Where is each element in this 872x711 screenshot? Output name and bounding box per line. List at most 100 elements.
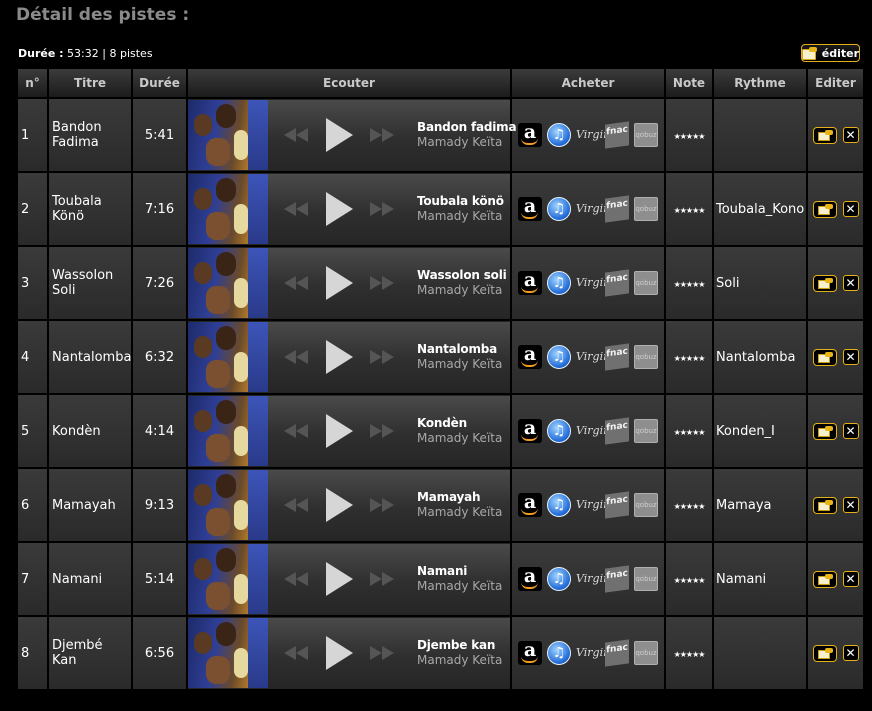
delete-track-button[interactable]: ✕ (842, 349, 859, 365)
virgin-icon[interactable]: Virgin (576, 197, 610, 221)
itunes-icon[interactable]: ♫ (547, 197, 571, 221)
virgin-icon[interactable]: Virgin (576, 567, 610, 591)
rewind-icon[interactable] (284, 128, 310, 142)
play-icon[interactable] (326, 192, 353, 226)
amazon-icon[interactable]: a (518, 197, 542, 221)
fnac-icon[interactable]: fnac (605, 195, 629, 223)
qobuz-icon[interactable]: qobuz (634, 123, 658, 147)
rewind-icon[interactable] (284, 424, 310, 438)
amazon-icon[interactable]: a (518, 419, 542, 443)
itunes-icon[interactable]: ♫ (547, 567, 571, 591)
fast-forward-icon[interactable] (370, 350, 396, 364)
fast-forward-icon[interactable] (370, 276, 396, 290)
rating-stars[interactable]: ★★★★★ (674, 576, 706, 585)
edit-track-button[interactable] (812, 348, 837, 366)
rhythm-link[interactable]: Mamaya (714, 469, 806, 541)
fast-forward-icon[interactable] (370, 646, 396, 660)
fnac-icon[interactable]: fnac (605, 343, 629, 371)
amazon-icon[interactable]: a (518, 567, 542, 591)
rewind-icon[interactable] (284, 498, 310, 512)
player-artist: Mamady Keïta (417, 283, 503, 297)
rhythm-link[interactable]: Toubala_Kono (714, 173, 806, 245)
qobuz-icon[interactable]: qobuz (634, 419, 658, 443)
rewind-icon[interactable] (284, 350, 310, 364)
delete-track-button[interactable]: ✕ (842, 275, 859, 291)
play-icon[interactable] (326, 562, 353, 596)
rating-stars[interactable]: ★★★★★ (674, 650, 706, 659)
itunes-icon[interactable]: ♫ (547, 493, 571, 517)
rating-stars[interactable]: ★★★★★ (674, 280, 706, 289)
qobuz-icon[interactable]: qobuz (634, 567, 658, 591)
rating-stars[interactable]: ★★★★★ (674, 428, 706, 437)
edit-track-button[interactable] (812, 200, 837, 218)
itunes-icon[interactable]: ♫ (547, 345, 571, 369)
virgin-icon[interactable]: Virgin (576, 345, 610, 369)
qobuz-icon[interactable]: qobuz (634, 271, 658, 295)
play-icon[interactable] (326, 340, 353, 374)
fnac-icon[interactable]: fnac (605, 565, 629, 593)
delete-track-button[interactable]: ✕ (842, 497, 859, 513)
delete-track-button[interactable]: ✕ (842, 571, 859, 587)
itunes-icon[interactable]: ♫ (547, 271, 571, 295)
fnac-icon[interactable]: fnac (605, 121, 629, 149)
qobuz-icon[interactable]: qobuz (634, 197, 658, 221)
qobuz-icon[interactable]: qobuz (634, 345, 658, 369)
rating-stars[interactable]: ★★★★★ (674, 132, 706, 141)
qobuz-icon[interactable]: qobuz (634, 493, 658, 517)
rewind-icon[interactable] (284, 572, 310, 586)
rating-stars[interactable]: ★★★★★ (674, 502, 706, 511)
rhythm-link[interactable]: Namani (714, 543, 806, 615)
rewind-icon[interactable] (284, 646, 310, 660)
play-icon[interactable] (326, 488, 353, 522)
edit-track-button[interactable] (812, 644, 837, 662)
virgin-icon[interactable]: Virgin (576, 123, 610, 147)
edit-album-button[interactable]: éditer (801, 44, 860, 62)
track-player-cell: Mamayah Mamady Keïta (188, 469, 510, 541)
delete-track-button[interactable]: ✕ (842, 127, 859, 143)
edit-track-button[interactable] (812, 570, 837, 588)
virgin-icon[interactable]: Virgin (576, 493, 610, 517)
rhythm-link[interactable]: Nantalomba (714, 321, 806, 393)
fnac-icon[interactable]: fnac (605, 491, 629, 519)
delete-track-button[interactable]: ✕ (842, 645, 859, 661)
fast-forward-icon[interactable] (370, 128, 396, 142)
fast-forward-icon[interactable] (370, 498, 396, 512)
play-icon[interactable] (326, 414, 353, 448)
itunes-icon[interactable]: ♫ (547, 123, 571, 147)
amazon-icon[interactable]: a (518, 641, 542, 665)
virgin-icon[interactable]: Virgin (576, 271, 610, 295)
delete-track-button[interactable]: ✕ (842, 423, 859, 439)
amazon-icon[interactable]: a (518, 123, 542, 147)
rating-stars[interactable]: ★★★★★ (674, 206, 706, 215)
rhythm-link[interactable]: Konden_I (714, 395, 806, 467)
rhythm-link[interactable] (714, 617, 806, 689)
fnac-icon[interactable]: fnac (605, 639, 629, 667)
play-icon[interactable] (326, 118, 353, 152)
edit-track-button[interactable] (812, 126, 837, 144)
virgin-icon[interactable]: Virgin (576, 641, 610, 665)
edit-track-button[interactable] (812, 274, 837, 292)
edit-track-button[interactable] (812, 496, 837, 514)
rhythm-link[interactable] (714, 99, 806, 171)
amazon-icon[interactable]: a (518, 271, 542, 295)
fast-forward-icon[interactable] (370, 202, 396, 216)
amazon-icon[interactable]: a (518, 493, 542, 517)
rewind-icon[interactable] (284, 276, 310, 290)
play-icon[interactable] (326, 266, 353, 300)
edit-track-button[interactable] (812, 422, 837, 440)
fast-forward-icon[interactable] (370, 424, 396, 438)
delete-track-button[interactable]: ✕ (842, 201, 859, 217)
virgin-icon[interactable]: Virgin (576, 419, 610, 443)
amazon-icon[interactable]: a (518, 345, 542, 369)
rhythm-link[interactable]: Soli (714, 247, 806, 319)
audio-player: Mamayah Mamady Keïta (188, 470, 510, 540)
rewind-icon[interactable] (284, 202, 310, 216)
fnac-icon[interactable]: fnac (605, 269, 629, 297)
rating-stars[interactable]: ★★★★★ (674, 354, 706, 363)
qobuz-icon[interactable]: qobuz (634, 641, 658, 665)
itunes-icon[interactable]: ♫ (547, 419, 571, 443)
itunes-icon[interactable]: ♫ (547, 641, 571, 665)
play-icon[interactable] (326, 636, 353, 670)
fnac-icon[interactable]: fnac (605, 417, 629, 445)
fast-forward-icon[interactable] (370, 572, 396, 586)
